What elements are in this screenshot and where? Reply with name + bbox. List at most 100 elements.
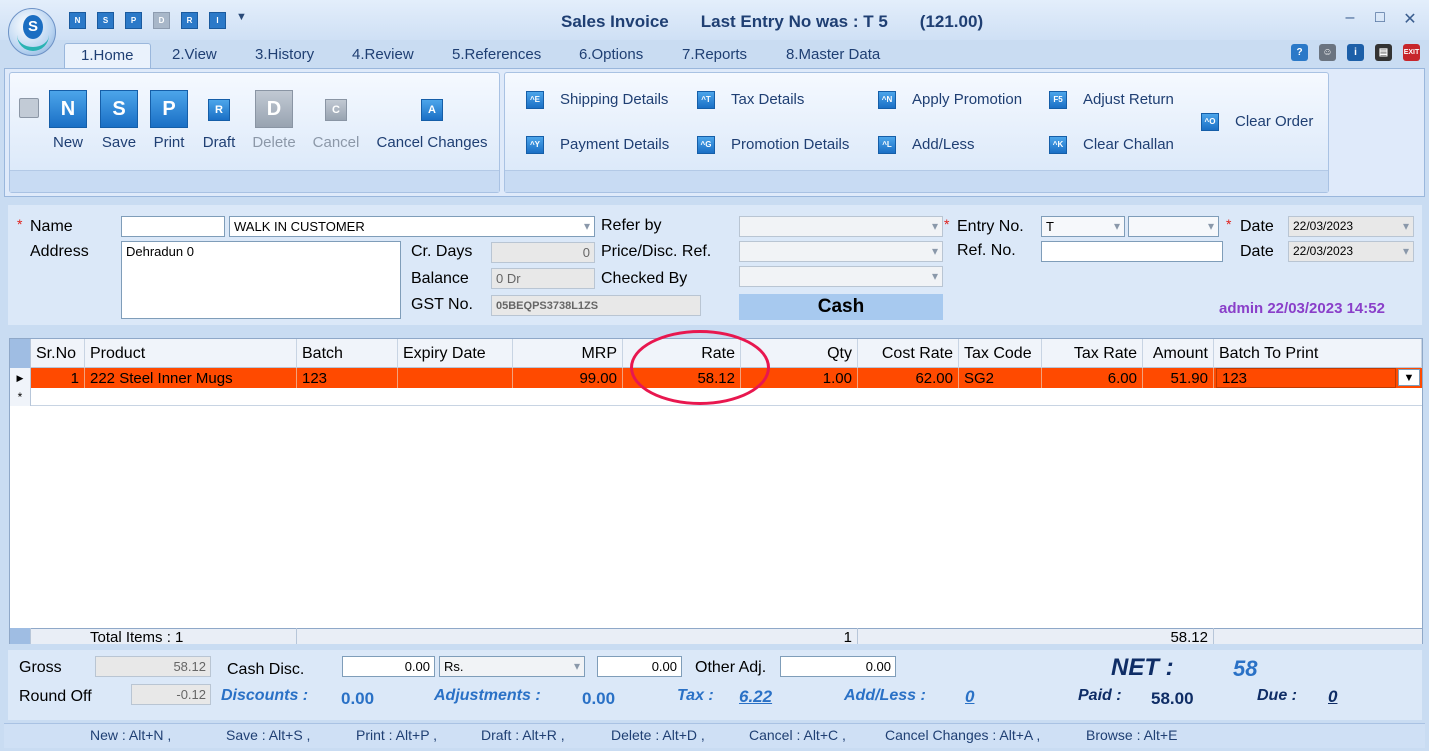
add-less-button[interactable]: ^L Add/Less	[878, 135, 975, 155]
quick-delete-icon[interactable]: D	[153, 12, 170, 29]
payment-details-button[interactable]: ^Y Payment Details	[526, 135, 669, 155]
col-product[interactable]: Product	[85, 339, 297, 368]
shortcut-draft: Draft : Alt+R ,	[481, 727, 565, 743]
save-button[interactable]: S Save	[99, 90, 139, 151]
grid-corner	[10, 339, 31, 368]
address-label: Address	[30, 243, 89, 260]
cell-product[interactable]: 222 Steel Inner Mugs	[85, 368, 297, 388]
ref-no-input[interactable]	[1041, 241, 1223, 262]
date-label: Date	[1240, 218, 1274, 235]
apply-promotion-icon: ^N	[878, 91, 896, 110]
cell-batch-to-print[interactable]: 123	[1216, 368, 1396, 388]
col-tax-code[interactable]: Tax Code	[959, 339, 1042, 368]
cash-disc-unit-select[interactable]: Rs.	[439, 656, 585, 677]
entry-series-select[interactable]: T	[1041, 216, 1125, 237]
support-icon[interactable]: ☺	[1319, 44, 1336, 61]
clear-order-button[interactable]: ^O Clear Order	[1201, 112, 1313, 132]
cell-expiry-date[interactable]	[398, 368, 513, 388]
paid-value: 58.00	[1151, 689, 1194, 708]
exit-icon[interactable]: EXIT	[1403, 44, 1420, 61]
refer-by-label: Refer by	[601, 217, 662, 234]
row-selector-icon[interactable]: ▶	[10, 368, 31, 388]
tab-reports[interactable]: 7.Reports	[682, 43, 747, 69]
draft-button[interactable]: R Draft	[199, 90, 239, 151]
address-textarea[interactable]: Dehradun 0	[121, 241, 401, 319]
print-button[interactable]: P Print	[149, 90, 189, 151]
chevron-down-icon[interactable]: ▼	[1398, 369, 1420, 386]
apply-promotion-button[interactable]: ^N Apply Promotion	[878, 90, 1022, 110]
lock-icon[interactable]	[19, 98, 39, 118]
cell-cost-rate[interactable]: 62.00	[858, 368, 959, 388]
calculator-icon[interactable]: ▤	[1375, 44, 1392, 61]
cr-days-input[interactable]: 0	[491, 242, 595, 263]
tax-details-label: Tax Details	[731, 91, 805, 108]
cash-disc-input[interactable]: 0.00	[342, 656, 435, 677]
quick-access-dropdown-icon[interactable]: ▼	[236, 11, 247, 23]
quick-new-icon[interactable]: N	[69, 12, 86, 29]
maximize-button[interactable]: □	[1370, 9, 1390, 27]
invoice-date-picker[interactable]: 22/03/2023	[1288, 216, 1414, 237]
window-title: Sales Invoice Last Entry No was : T 5 (121…	[561, 12, 1015, 32]
info-icon[interactable]: i	[1347, 44, 1364, 61]
quick-print-icon[interactable]: P	[125, 12, 142, 29]
cash-disc-amount-input[interactable]: 0.00	[597, 656, 682, 677]
tab-references[interactable]: 5.References	[452, 43, 541, 69]
ref-date-picker[interactable]: 22/03/2023	[1288, 241, 1414, 262]
tab-view[interactable]: 2.View	[172, 43, 217, 69]
tab-history[interactable]: 3.History	[255, 43, 314, 69]
shipping-details-button[interactable]: ^E Shipping Details	[526, 90, 668, 110]
clear-order-icon: ^O	[1201, 113, 1219, 132]
price-disc-ref-select[interactable]	[739, 241, 943, 262]
cancel-changes-button[interactable]: A Cancel Changes	[374, 90, 490, 151]
other-adj-input[interactable]: 0.00	[780, 656, 896, 677]
add-less-value-link[interactable]: 0	[965, 687, 974, 707]
other-adj-label: Other Adj.	[695, 659, 767, 676]
quick-save-icon[interactable]: S	[97, 12, 114, 29]
quick-draft-icon[interactable]: R	[181, 12, 198, 29]
clear-challan-button[interactable]: ^K Clear Challan	[1049, 135, 1174, 155]
col-sr-no[interactable]: Sr.No	[31, 339, 85, 368]
tab-master-data[interactable]: 8.Master Data	[786, 43, 880, 69]
adjust-return-button[interactable]: F5 Adjust Return	[1049, 90, 1174, 110]
cell-mrp[interactable]: 99.00	[513, 368, 623, 388]
quick-info-icon[interactable]: I	[209, 12, 226, 29]
checked-by-select[interactable]	[739, 266, 943, 287]
promotion-details-button[interactable]: ^G Promotion Details	[697, 135, 849, 155]
round-off-value: -0.12	[131, 684, 211, 705]
help-icon[interactable]: ?	[1291, 44, 1308, 61]
tab-home[interactable]: 1.Home	[64, 43, 151, 69]
due-value-link[interactable]: 0	[1328, 687, 1337, 707]
col-batch[interactable]: Batch	[297, 339, 398, 368]
draft-icon: R	[208, 99, 230, 121]
app-logo-icon[interactable]: S	[8, 8, 56, 56]
delete-button[interactable]: D Delete	[250, 90, 298, 151]
col-mrp[interactable]: MRP	[513, 339, 623, 368]
col-amount[interactable]: Amount	[1143, 339, 1214, 368]
col-batch-to-print[interactable]: Batch To Print	[1214, 339, 1422, 368]
entry-number-select[interactable]	[1128, 216, 1219, 237]
last-entry-amount: (121.00)	[919, 12, 984, 31]
cell-tax-rate[interactable]: 6.00	[1042, 368, 1143, 388]
refer-by-select[interactable]	[739, 216, 943, 237]
cell-sr-no[interactable]: 1	[31, 368, 85, 388]
tax-value-link[interactable]: 6.22	[739, 687, 772, 707]
delete-icon: D	[255, 90, 293, 128]
col-tax-rate[interactable]: Tax Rate	[1042, 339, 1143, 368]
cell-tax-code[interactable]: SG2	[959, 368, 1042, 388]
col-expiry-date[interactable]: Expiry Date	[398, 339, 513, 368]
new-button[interactable]: N New	[48, 90, 88, 151]
adjustments-value: 0.00	[582, 689, 616, 708]
tab-review[interactable]: 4.Review	[352, 43, 414, 69]
cell-amount[interactable]: 51.90	[1143, 368, 1214, 388]
tab-options[interactable]: 6.Options	[579, 43, 643, 69]
col-cost-rate[interactable]: Cost Rate	[858, 339, 959, 368]
cell-batch[interactable]: 123	[297, 368, 398, 388]
payment-mode-button[interactable]: Cash	[739, 294, 943, 320]
customer-select[interactable]: WALK IN CUSTOMER	[229, 216, 595, 237]
close-button[interactable]: ✕	[1400, 9, 1420, 29]
customer-code-input[interactable]	[121, 216, 225, 237]
minimize-button[interactable]: –	[1340, 9, 1360, 27]
cancel-button[interactable]: C Cancel	[310, 90, 362, 151]
tax-details-button[interactable]: ^T Tax Details	[697, 90, 804, 110]
new-label: New	[52, 134, 83, 151]
